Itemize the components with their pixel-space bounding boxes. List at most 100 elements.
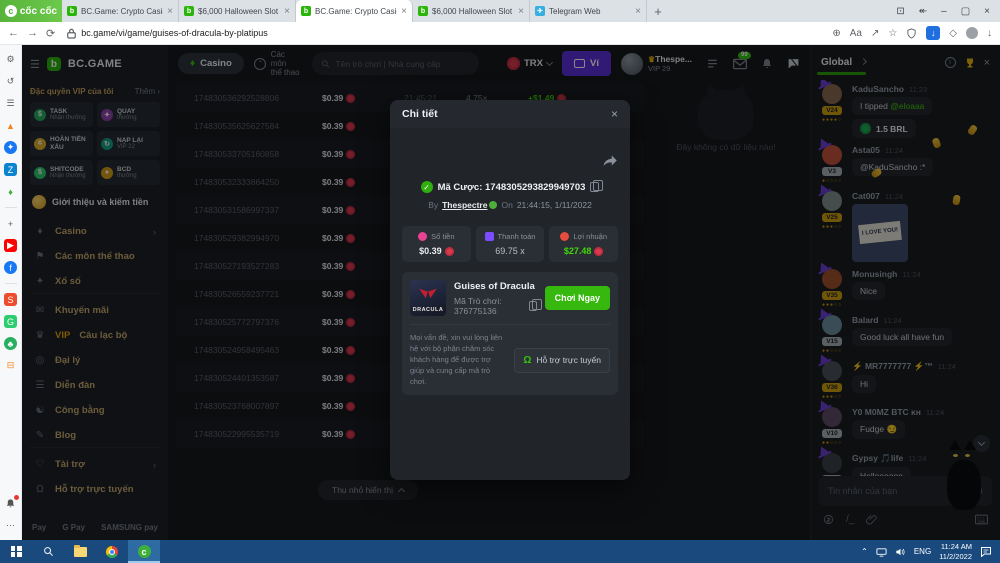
file-explorer-icon[interactable] [64, 540, 96, 563]
messenger-icon[interactable]: ✦ [4, 141, 17, 154]
divider [5, 207, 17, 208]
new-tab-button[interactable]: + [647, 0, 669, 22]
chrome-icon[interactable] [96, 540, 128, 563]
copy-icon[interactable] [529, 301, 536, 311]
amount-icon [418, 232, 427, 241]
network-icon[interactable] [876, 547, 887, 557]
history-icon[interactable]: ↺ [4, 75, 17, 88]
help-text: Mọi vấn đề, xin vui lòng liên hệ với bộ … [410, 333, 506, 387]
close-button[interactable]: × [984, 6, 990, 17]
bet-id-value: 1748305293829949703 [485, 182, 585, 193]
headphones-icon: Ω [523, 355, 531, 366]
minimize-button[interactable]: – [941, 6, 947, 17]
facebook-icon[interactable]: f [4, 261, 17, 274]
browser-side-strip: ⚙ ↺ ☰ ▲ ✦ Z ♦ + ▶ f S G ♣ ⊟ ⋯ [0, 45, 22, 540]
address-bar: ← → ⟳ bc.game/vi/game/guises-of-dracula-… [0, 22, 1000, 45]
browser-profile-avatar[interactable] [966, 27, 978, 39]
youtube-icon[interactable]: ▶ [4, 239, 17, 252]
share-icon[interactable]: ↗ [871, 28, 879, 39]
tab-label: BC.Game: Crypto Casino Gam [315, 7, 397, 16]
bet-by-line: By Thespectre On 21:44:15, 1/11/2022 [402, 200, 618, 210]
divider [5, 283, 17, 284]
tray-expand-icon[interactable]: ⌃ [861, 547, 868, 556]
history-back-icon[interactable]: ↞ [919, 6, 927, 17]
stat-profit: Lợi nhuận $27.48 [549, 226, 618, 262]
app-shortcut-icon[interactable]: G [4, 315, 17, 328]
coccoc-logo-icon: c [5, 5, 17, 17]
tab-close-icon[interactable]: × [518, 6, 524, 17]
reading-list-icon[interactable]: ☰ [4, 97, 17, 110]
back-icon[interactable]: ← [8, 27, 19, 39]
tab-favicon: b [67, 6, 77, 16]
tab-favicon: b [301, 6, 311, 16]
tab-label: $6,000 Halloween Slot Battle [432, 7, 514, 16]
url-box[interactable]: bc.game/vi/game/guises-of-dracula-by-pla… [63, 28, 268, 39]
browser-tab[interactable]: b $6,000 Halloween Slot Battle × [179, 0, 296, 22]
downloads-icon[interactable]: ↓ [987, 28, 992, 39]
reading-mode-icon[interactable]: ⊡ [896, 6, 904, 17]
maximize-button[interactable]: ▢ [961, 6, 970, 17]
forward-icon[interactable]: → [27, 27, 38, 39]
live-support-button[interactable]: ΩHỗ trợ trực tuyến [514, 348, 610, 373]
browser-logo[interactable]: c cốc cốc [0, 0, 62, 22]
translate-icon[interactable]: Aa [850, 28, 862, 39]
download-manager-icon[interactable]: ↓ [926, 26, 940, 40]
profit-icon [560, 232, 569, 241]
play-now-button[interactable]: Chơi Ngay [545, 286, 610, 310]
tab-favicon: b [418, 6, 428, 16]
bet-stats: Số tiền $0.39 Thanh toán 69.75 x Lợi nhu… [402, 226, 618, 262]
modal-close-icon[interactable]: × [611, 107, 618, 121]
taskbar-clock[interactable]: 11:24 AM11/2/2022 [939, 542, 972, 561]
windows-taskbar: c ⌃ ENG 11:24 AM11/2/2022 [0, 540, 1000, 563]
more-options-icon[interactable]: ⋯ [4, 519, 17, 532]
tab-close-icon[interactable]: × [635, 6, 641, 17]
hot-trending-icon[interactable]: ▲ [4, 119, 17, 132]
player-link[interactable]: Thespectre [442, 200, 497, 210]
tab-close-icon[interactable]: × [284, 6, 290, 17]
modal-body: ✓ Mã Cược: 1748305293829949703 By Thespe… [390, 128, 630, 403]
coccoc-taskbar-icon[interactable]: c [128, 540, 160, 563]
bet-details-modal: Chi tiết × ✓ Mã Cược: 174830529382994970… [390, 100, 630, 480]
bookmark-star-icon[interactable]: ☆ [888, 28, 897, 39]
share-bet-icon[interactable] [603, 154, 618, 167]
copy-icon[interactable] [590, 182, 599, 192]
settings-gear-icon[interactable]: ⚙ [4, 53, 17, 66]
browser-tab[interactable]: ✈ Telegram Web × [530, 0, 647, 22]
taskbar-search-icon[interactable] [32, 540, 64, 563]
notification-dot [14, 495, 19, 500]
browser-tab[interactable]: b BC.Game: Crypto Casino Gam × [62, 0, 179, 22]
action-center-icon[interactable] [980, 546, 992, 557]
bet-datetime: 21:44:15, 1/11/2022 [517, 200, 592, 210]
lock-icon [67, 28, 76, 39]
game-id-line: Mã Trò chơi: 376775136 [454, 296, 537, 316]
modal-title: Chi tiết [402, 108, 438, 120]
adblock-shield-icon[interactable] [906, 28, 917, 39]
gamepad-icon[interactable]: ♦ [4, 185, 17, 198]
tab-close-icon[interactable]: × [401, 6, 407, 17]
notifications-bell-icon[interactable] [4, 497, 17, 510]
start-button[interactable] [0, 540, 32, 563]
game-thumbnail[interactable]: DRACULA [410, 280, 446, 316]
reload-icon[interactable]: ⟳ [46, 27, 55, 40]
tab-favicon: ✈ [535, 6, 545, 16]
shopee-icon[interactable]: S [4, 293, 17, 306]
language-indicator[interactable]: ENG [914, 547, 931, 556]
trx-coin-icon [445, 247, 454, 256]
stat-payout: Thanh toán 69.75 x [476, 226, 545, 262]
cart-icon[interactable]: ⊟ [4, 359, 17, 372]
zalo-icon[interactable]: Z [4, 163, 17, 176]
browser-tab[interactable]: b $6,000 Halloween Slot Battle × [413, 0, 530, 22]
stat-amount: Số tiền $0.39 [402, 226, 471, 262]
browser-brand-label: cốc cốc [20, 6, 57, 17]
extension-icon[interactable]: ◇ [949, 28, 957, 39]
screen: c cốc cốc b BC.Game: Crypto Casino Gam ×… [0, 0, 1000, 563]
volume-icon[interactable] [895, 547, 906, 557]
tab-list: b BC.Game: Crypto Casino Gam × b $6,000 … [62, 0, 647, 22]
save-page-icon[interactable]: ⊕ [832, 28, 840, 39]
tab-label: $6,000 Halloween Slot Battle [198, 7, 280, 16]
add-shortcut-icon[interactable]: + [4, 217, 17, 230]
modal-header: Chi tiết × [390, 100, 630, 128]
tab-close-icon[interactable]: × [167, 6, 173, 17]
app-shortcut-icon[interactable]: ♣ [4, 337, 17, 350]
browser-tab[interactable]: b BC.Game: Crypto Casino Gam × [296, 0, 413, 22]
